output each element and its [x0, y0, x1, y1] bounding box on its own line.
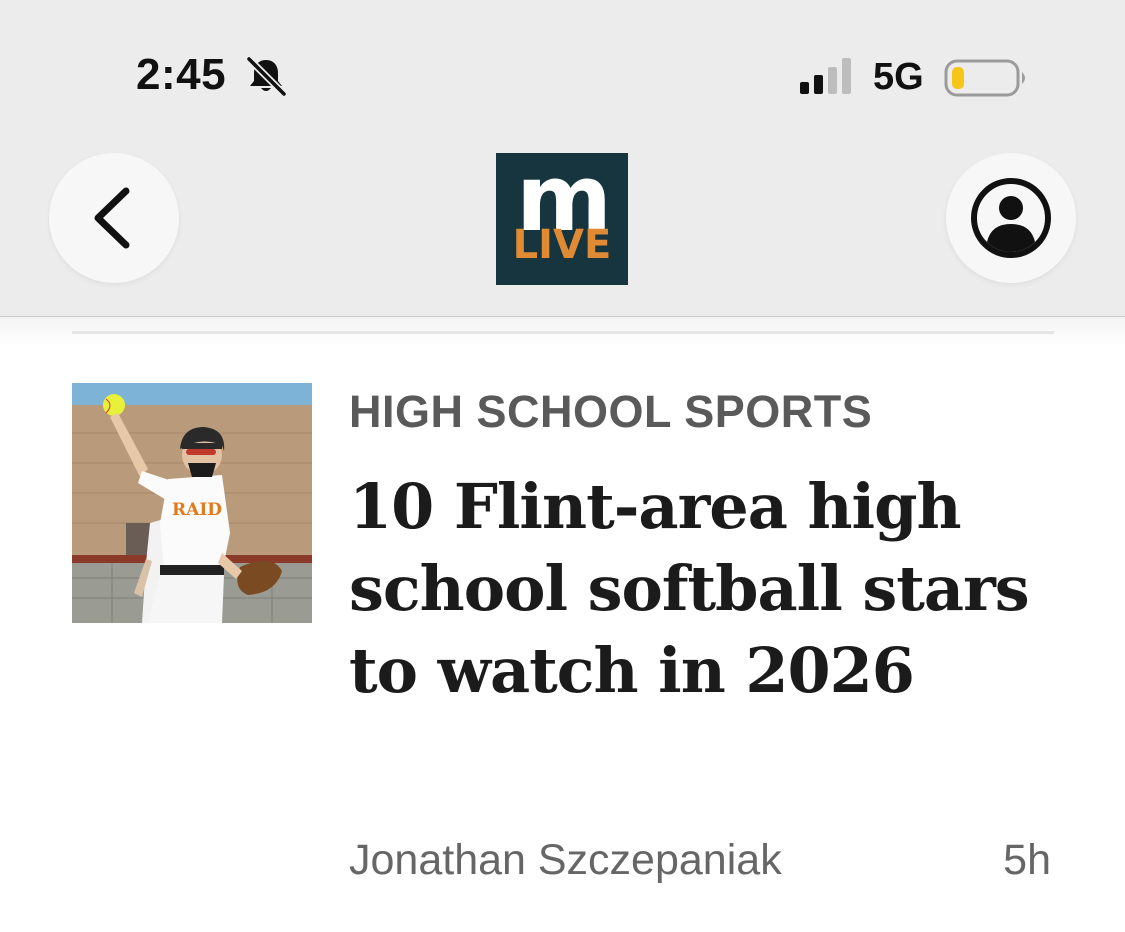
account-button[interactable]	[946, 153, 1076, 283]
article-thumbnail[interactable]: RAID	[72, 383, 312, 623]
chevron-left-icon	[94, 187, 130, 249]
logo-wordmark: LIVE	[512, 222, 612, 268]
softball-player-throwing-image: RAID	[72, 383, 312, 623]
app-header: 2:45 5G m LIVE	[0, 0, 1125, 346]
article-headline[interactable]: 10 Flint-area high school softball stars…	[349, 466, 1049, 712]
user-circle-icon	[971, 178, 1051, 258]
signal-bars-icon	[800, 58, 851, 94]
article-category[interactable]: HIGH SCHOOL SPORTS	[349, 386, 872, 438]
screen: 2:45 5G m LIVE RAID HIGH SCHOOL SPORTS 1…	[0, 0, 1125, 932]
mlive-logo[interactable]: m LIVE	[496, 153, 628, 285]
article-author: Jonathan Szczepaniak	[349, 836, 782, 884]
divider	[72, 331, 1054, 334]
article-timestamp: 5h	[1003, 836, 1051, 884]
back-button[interactable]	[49, 153, 179, 283]
network-label: 5G	[873, 56, 924, 98]
svg-text:RAID: RAID	[172, 500, 222, 520]
battery-icon	[944, 59, 1025, 97]
bell-muted-icon	[246, 56, 287, 96]
status-time: 2:45	[136, 50, 227, 99]
